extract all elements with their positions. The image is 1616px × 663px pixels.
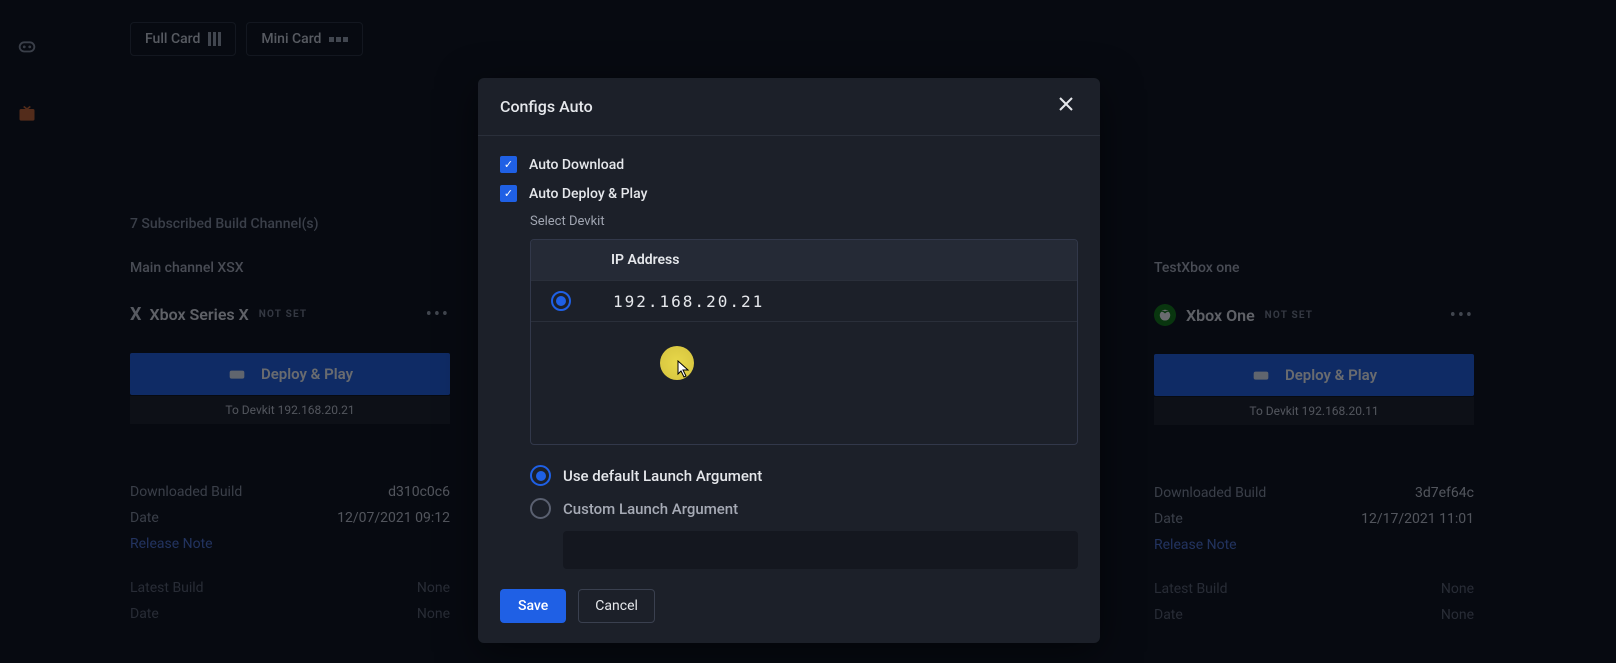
custom-arg-row: Custom Launch Argument [530,498,1078,519]
custom-arg-input[interactable] [563,531,1078,569]
devkit-row[interactable]: 192.168.20.21 [531,280,1077,322]
devkit-ip: 192.168.20.21 [613,292,764,311]
close-button[interactable] [1054,92,1078,121]
modal-header: Configs Auto [478,78,1100,136]
modal-title: Configs Auto [500,97,593,116]
launch-argument-group: Use default Launch Argument Custom Launc… [530,465,1078,569]
auto-download-row: ✓ Auto Download [500,156,1078,173]
devkit-list: IP Address 192.168.20.21 [530,239,1078,445]
custom-arg-radio[interactable] [530,498,551,519]
ip-address-header: IP Address [531,240,1077,280]
devkit-radio[interactable] [551,291,571,311]
custom-arg-label: Custom Launch Argument [563,500,738,518]
default-arg-radio[interactable] [530,465,551,486]
select-devkit-label: Select Devkit [530,214,1078,229]
close-icon [1058,96,1074,112]
auto-download-checkbox[interactable]: ✓ [500,156,517,173]
default-arg-row: Use default Launch Argument [530,465,1078,486]
cancel-button[interactable]: Cancel [578,589,655,623]
configs-auto-modal: Configs Auto ✓ Auto Download ✓ Auto Depl… [478,78,1100,643]
default-arg-label: Use default Launch Argument [563,467,762,485]
auto-deploy-label: Auto Deploy & Play [529,186,647,202]
modal-body: ✓ Auto Download ✓ Auto Deploy & Play Sel… [478,136,1100,569]
auto-download-label: Auto Download [529,157,624,173]
modal-footer: Save Cancel [478,569,1100,623]
auto-deploy-row: ✓ Auto Deploy & Play [500,185,1078,202]
save-button[interactable]: Save [500,589,566,623]
auto-deploy-checkbox[interactable]: ✓ [500,185,517,202]
